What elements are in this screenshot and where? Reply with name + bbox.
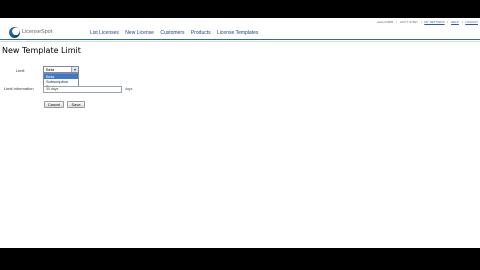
- help-link[interactable]: HELP: [451, 20, 459, 24]
- save-button[interactable]: Save: [67, 101, 85, 108]
- nav-license-templates[interactable]: License Templates: [217, 30, 258, 36]
- limit-information-input[interactable]: 30 days: [43, 86, 122, 93]
- my-settings-link[interactable]: MY SETTINGS: [424, 20, 444, 24]
- cancel-button[interactable]: Cancel: [44, 101, 64, 108]
- logo[interactable]: LicenseSpot: [9, 27, 61, 39]
- logo-swirl-icon: [9, 27, 20, 38]
- limit-select-value: Beta: [46, 67, 55, 72]
- user-id: www.dr4981: [377, 20, 394, 24]
- nav-new-license[interactable]: New License: [125, 30, 154, 36]
- limit-select[interactable]: Beta ▾: [43, 66, 79, 73]
- page-title: New Template Limit: [2, 46, 81, 55]
- nav-products[interactable]: Products: [191, 30, 211, 36]
- account-id: ACCT: 97817: [400, 20, 418, 24]
- header-divider: [0, 39, 480, 40]
- app-window: www.dr4981 | ACCT: 97817 | MY SETTINGS |…: [0, 18, 480, 248]
- limit-information-label: Limit Information: [4, 86, 34, 91]
- logout-link[interactable]: LOGOUT: [465, 20, 478, 24]
- limit-label: Limit: [16, 68, 25, 73]
- chevron-down-icon[interactable]: ▾: [71, 67, 78, 72]
- main-nav: List Licenses New License Customers Prod…: [90, 30, 263, 36]
- top-links: www.dr4981 | ACCT: 97817 | MY SETTINGS |…: [377, 20, 478, 24]
- limit-unit-label: days: [125, 87, 133, 91]
- nav-customers[interactable]: Customers: [160, 30, 184, 36]
- header-divider-secondary: [0, 41, 480, 42]
- logo-text: LicenseSpot: [22, 29, 53, 35]
- nav-list-licenses[interactable]: List Licenses: [90, 30, 119, 36]
